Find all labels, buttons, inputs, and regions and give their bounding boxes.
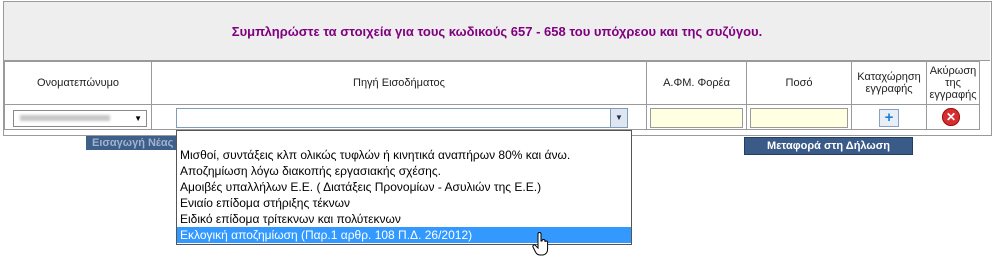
chevron-down-icon: ▼ [134,114,142,123]
amount-input[interactable] [750,108,848,128]
cell-register: + [851,104,927,130]
name-select[interactable]: ▼ [13,110,147,127]
chevron-down-icon[interactable]: ▼ [610,109,627,127]
header-register: Καταχώρηση εγγραφής [851,61,927,105]
dropdown-option[interactable]: Ενιαίο επίδομα στήριξης τέκνων [177,195,631,211]
header-source: Πηγή Εισοδήματος [151,61,647,105]
dropdown-option-selected[interactable]: Εκλογική αποζημίωση (Παρ.1 αρθρ. 108 Π.Δ… [177,227,631,243]
afm-input[interactable] [650,108,743,128]
income-source-select[interactable]: ▼ [176,108,628,128]
header-afm: Α.ΦΜ. Φορέα [646,61,747,105]
cell-source: ▼ [151,104,647,130]
insert-new-button[interactable]: Εισαγωγή Νέας [86,136,184,150]
hand-cursor-icon [532,232,549,256]
entries-table: Ονοματεπώνυμο Πηγή Εισοδήματος Α.ΦΜ. Φορ… [4,61,980,130]
dropdown-option[interactable]: Μισθοί, συντάξεις κλπ ολικώς τυφλών ή κι… [177,147,631,163]
cell-cancel: ✕ [926,104,980,130]
title-bar: Συμπληρώστε τα στοιχεία για τους κωδικού… [4,2,990,61]
cell-amount [746,104,852,130]
header-amount: Ποσό [746,61,852,105]
plus-icon[interactable]: + [879,109,899,127]
redacted-name [20,115,110,121]
cell-name: ▼ [4,104,152,130]
dropdown-option[interactable]: Αμοιβές υπαλλήλων Ε.Ε. ( Διατάξεις Προνο… [177,179,631,195]
header-name: Ονοματεπώνυμο [4,61,152,105]
header-cancel: Ακύρωση της εγγραφής [926,61,980,105]
page-title: Συμπληρώστε τα στοιχεία για τους κωδικού… [231,23,763,39]
dropdown-option[interactable] [177,131,631,147]
transfer-button[interactable]: Μεταφορά στη Δήλωση [744,137,913,155]
dropdown-option[interactable]: Ειδικό επίδομα τρίτεκνων και πολύτεκνων [177,211,631,227]
cell-afm [646,104,747,130]
close-icon[interactable]: ✕ [942,108,960,126]
dropdown-option[interactable]: Αποζημίωση λόγω διακοπής εργασιακής σχέσ… [177,163,631,179]
income-source-dropdown: Μισθοί, συντάξεις κλπ ολικώς τυφλών ή κι… [176,130,632,245]
